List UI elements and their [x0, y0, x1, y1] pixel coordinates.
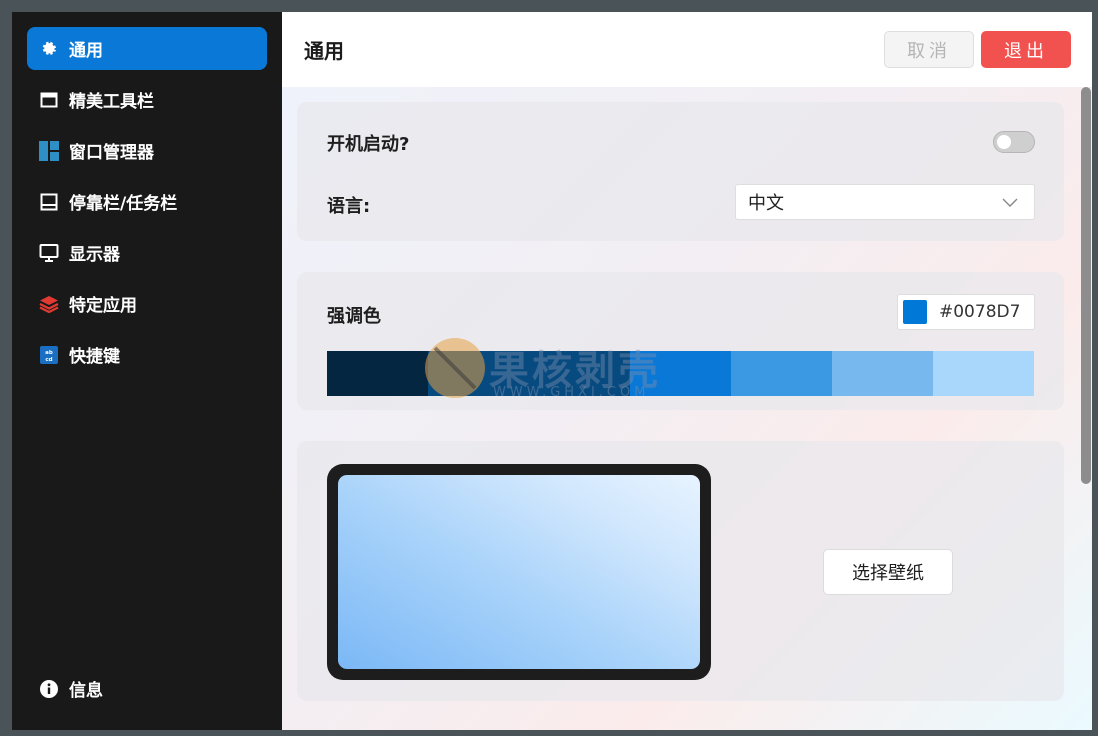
window-layout-icon [39, 140, 59, 161]
palette-chip[interactable] [731, 351, 832, 396]
gear-icon [39, 39, 59, 59]
wallpaper-preview-screen [338, 475, 700, 669]
sidebar-item-label: 精美工具栏 [69, 92, 154, 112]
palette-chip[interactable] [630, 351, 731, 396]
scrollbar-thumb[interactable] [1081, 87, 1091, 484]
accent-hex-value: #0078D7 [939, 302, 1021, 322]
chevron-down-icon [1002, 194, 1018, 215]
language-value: 中文 [748, 193, 784, 214]
sidebar-item-label: 通用 [69, 41, 103, 61]
sidebar-item-label: 显示器 [69, 245, 120, 265]
accent-color-picker[interactable]: #0078D7 [897, 294, 1035, 330]
sidebar-bottom: 信息 [12, 667, 282, 718]
exit-button[interactable]: 退出 [981, 31, 1071, 68]
app-window: 通用 精美工具栏 窗口管理器 停靠栏/任务栏 显示器 特定应用 ab cd 快捷… [12, 12, 1092, 730]
main-panel: 通用 取消 退出 开机启动? 语言: 中文 强调色 #0078D7 果核剥壳 W… [282, 12, 1092, 730]
choose-wallpaper-button[interactable]: 选择壁纸 [823, 549, 953, 595]
wallpaper-card: 选择壁纸 [297, 441, 1064, 701]
accent-palette [327, 351, 1035, 396]
wallpaper-preview [327, 464, 711, 680]
sidebar-item-dock[interactable]: 停靠栏/任务栏 [27, 180, 267, 223]
palette-chip[interactable] [327, 351, 428, 396]
palette-chip[interactable] [933, 351, 1034, 396]
color-swatch [903, 300, 927, 324]
monitor-icon [39, 243, 59, 263]
scrollbar[interactable] [1078, 87, 1092, 730]
sidebar-item-label: 快捷键 [69, 347, 120, 367]
accent-color-label: 强调色 [327, 306, 381, 327]
sidebar-item-info[interactable]: 信息 [27, 667, 267, 710]
sidebar: 通用 精美工具栏 窗口管理器 停靠栏/任务栏 显示器 特定应用 ab cd 快捷… [12, 12, 282, 730]
sidebar-item-window-manager[interactable]: 窗口管理器 [27, 129, 267, 172]
sidebar-item-toolbar[interactable]: 精美工具栏 [27, 78, 267, 121]
info-icon [39, 679, 59, 699]
sidebar-item-display[interactable]: 显示器 [27, 231, 267, 274]
sidebar-item-general[interactable]: 通用 [27, 27, 267, 70]
autostart-toggle[interactable] [993, 131, 1035, 153]
palette-chip[interactable] [428, 351, 630, 396]
palette-chip[interactable] [832, 351, 933, 396]
sidebar-item-label: 特定应用 [69, 296, 137, 316]
sidebar-item-shortcuts[interactable]: ab cd 快捷键 [27, 333, 267, 376]
keyboard-shortcut-icon: ab cd [39, 345, 59, 365]
accent-color-card: 强调色 #0078D7 果核剥壳 WWW.GHXI.COM [297, 272, 1064, 410]
svg-text:ab: ab [45, 350, 53, 356]
page-title: 通用 [304, 39, 344, 63]
language-label: 语言: [327, 196, 371, 217]
cancel-button[interactable]: 取消 [884, 31, 974, 68]
autostart-label: 开机启动? [327, 134, 410, 155]
sidebar-item-label: 窗口管理器 [69, 143, 154, 163]
toolbar-window-icon [39, 90, 59, 110]
layers-icon [39, 294, 59, 314]
toggle-knob [997, 135, 1011, 149]
sidebar-item-label: 信息 [69, 681, 103, 701]
sidebar-item-label: 停靠栏/任务栏 [69, 194, 178, 214]
svg-text:cd: cd [45, 357, 52, 363]
sidebar-item-specific-apps[interactable]: 特定应用 [27, 282, 267, 325]
header: 通用 取消 退出 [282, 12, 1092, 87]
language-select[interactable]: 中文 [735, 184, 1035, 220]
dock-icon [39, 192, 59, 212]
general-settings-card: 开机启动? 语言: 中文 [297, 102, 1064, 241]
